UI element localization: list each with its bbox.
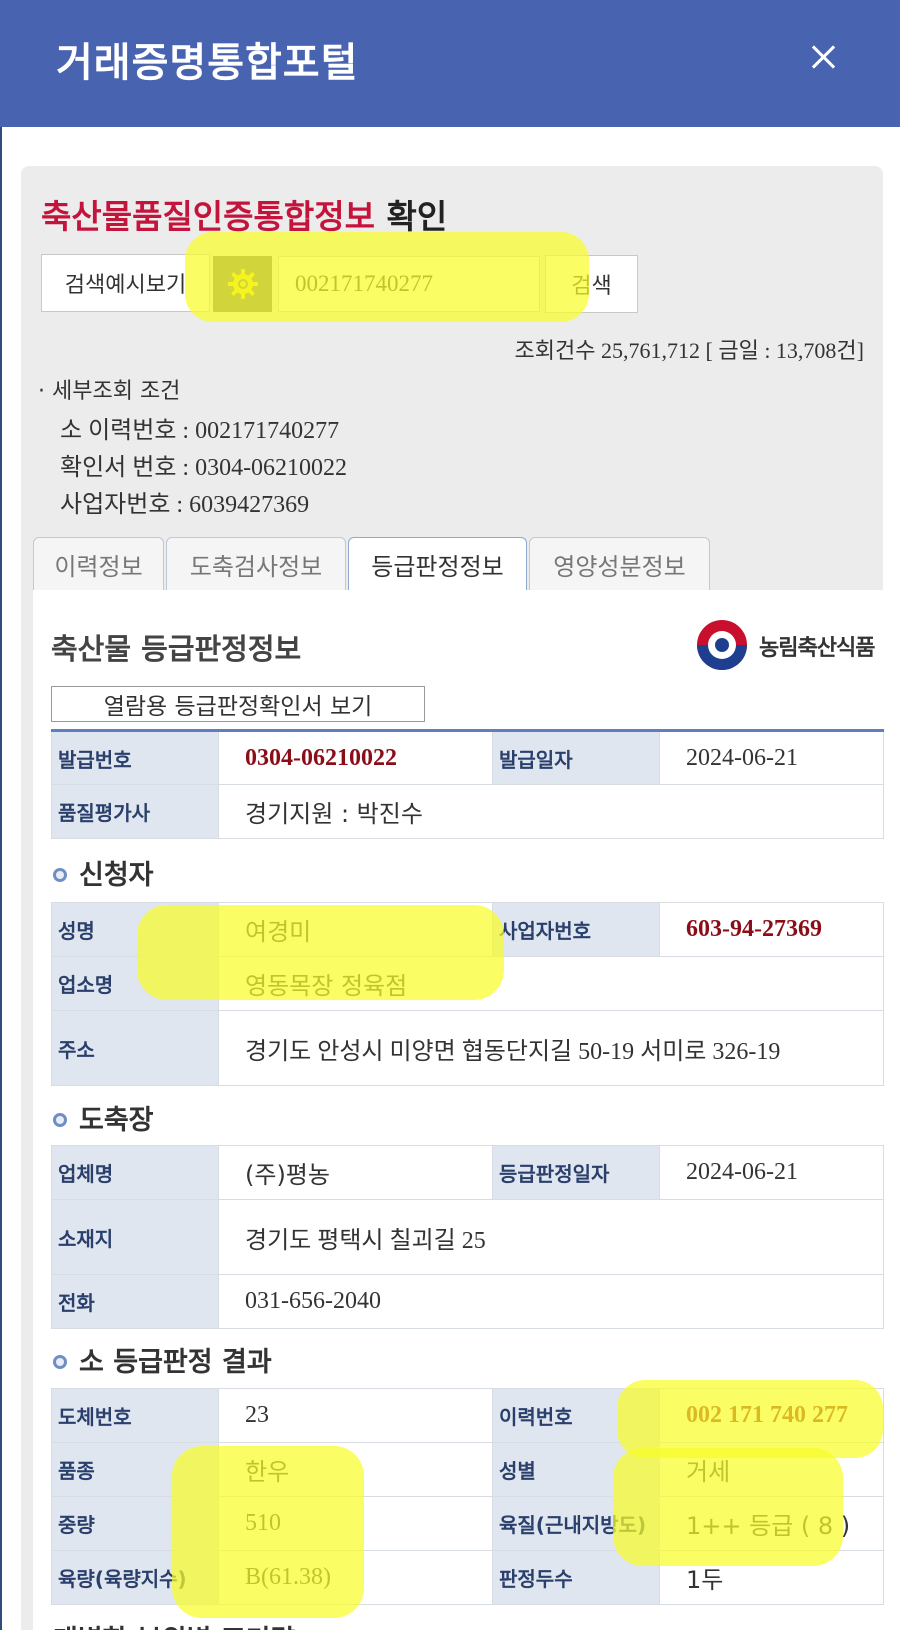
weight-value: 510 [218,1496,493,1551]
applicant-name-label: 성명 [51,902,219,957]
result-section-title: 소 등급판정 결과 [53,1340,272,1379]
applicant-section-title: 신청자 [53,853,154,892]
view-certificate-button[interactable]: 열람용 등급판정확인서 보기 [51,686,425,722]
tab-nutrition[interactable]: 영양성분정보 [529,537,710,591]
sex-label: 성별 [492,1442,660,1497]
condition-biz-no: 사업자번호 : 6039427369 [60,492,310,518]
phone-value: 031-656-2040 [218,1274,884,1329]
page-title: 축산물품질인증통합정보 확인 [41,190,447,238]
breed-value: 한우 [218,1442,493,1497]
table-row: 품종 한우 성별 거세 [51,1442,884,1497]
meat-quality-label: 육질(근내지방도) [492,1496,660,1551]
evaluator-value: 경기지원 : 박진수 [218,784,884,839]
table-row: 업소명 영동목장 정육점 [51,956,884,1011]
page-title-dark: 확인 [386,197,448,236]
slaughterhouse-table: 업체명 (주)평농 등급판정일자 2024-06-21 소재지 경기도 평택시 … [51,1145,884,1329]
location-label: 소재지 [51,1199,219,1275]
shop-name-value: 영동목장 정육점 [218,956,884,1011]
slaughterhouse-section-title: 도축장 [53,1098,154,1137]
applicant-biz-label: 사업자번호 [492,902,660,957]
applicant-biz-value: 603-94-27369 [659,902,884,957]
table-row: 전화 031-656-2040 [51,1274,884,1329]
table-row: 품질평가사 경기지원 : 박진수 [51,784,884,839]
shop-name-label: 업소명 [51,956,219,1011]
evaluator-label: 품질평가사 [51,784,219,839]
carcass-no-value: 23 [218,1388,493,1443]
close-icon[interactable] [806,40,840,74]
tab-grading[interactable]: 등급판정정보 [348,537,527,591]
issue-table: 발급번호 0304-06210022 발급일자 2024-06-21 품질평가사… [51,729,884,839]
gear-icon [227,269,258,299]
table-row: 발급번호 0304-06210022 발급일자 2024-06-21 [51,730,884,785]
app-title: 거래증명통합포털 [56,40,359,86]
applicant-table: 성명 여경미 사업자번호 603-94-27369 업소명 영동목장 정육점 주… [51,902,884,1086]
issue-date-label: 발급일자 [492,730,660,785]
table-row: 중량 510 육질(근내지방도) 1++ 등급 ( 8 ) [51,1496,884,1551]
ministry-logo-text: 농림축산식품 [759,636,875,661]
meat-quality-value: 1++ 등급 ( 8 ) [659,1496,884,1551]
conditions-title: · 세부조회 조건 [38,379,181,404]
heads-value: 1두 [659,1550,884,1605]
table-row: 소재지 경기도 평택시 칠괴길 25 [51,1199,884,1275]
search-input-value: 002171740277 [295,271,433,296]
weight-label: 중량 [51,1496,219,1551]
left-edge [0,127,2,1630]
address-value: 경기도 안성시 미양면 협동단지길 50-19 서미로 326-19 [218,1010,884,1086]
table-row: 주소 경기도 안성시 미양면 협동단지길 50-19 서미로 326-19 [51,1010,884,1086]
settings-button[interactable] [213,256,272,312]
table-row: 도체번호 23 이력번호 002 171 740 277 [51,1388,884,1443]
sex-value: 거세 [659,1442,884,1497]
search-example-button[interactable]: 검색예시보기 [41,254,210,312]
bullet-icon [53,868,67,882]
page-title-red: 축산물품질인증통합정보 [41,197,375,236]
bullet-icon [53,1355,67,1369]
condition-cert-no: 확인서 번호 : 0304-06210022 [60,455,348,481]
table-row: 업체명 (주)평농 등급판정일자 2024-06-21 [51,1145,884,1200]
location-value: 경기도 평택시 칠괴길 25 [218,1199,884,1275]
search-input[interactable]: 002171740277 [278,256,540,312]
company-value: (주)평농 [218,1145,493,1200]
next-section-title-partial: 개별한 부위별 표기량 [53,1618,295,1630]
table-row: 성명 여경미 사업자번호 603-94-27369 [51,902,884,957]
trace-no-value: 002 171 740 277 [659,1388,884,1443]
table-row: 육량(육량지수) B(61.38) 판정두수 1두 [51,1550,884,1605]
grading-date-label: 등급판정일자 [492,1145,660,1200]
ministry-logo: 농림축산식품 [697,618,900,674]
issue-no-label: 발급번호 [51,730,219,785]
applicant-name-value: 여경미 [218,902,493,957]
heads-label: 판정두수 [492,1550,660,1605]
issue-date-value: 2024-06-21 [659,730,884,785]
meat-yield-value: B(61.38) [218,1550,493,1605]
company-label: 업체명 [51,1145,219,1200]
meat-yield-label: 육량(육량지수) [51,1550,219,1605]
lookup-count: 조회건수 25,761,712 [ 금일 : 13,708건] [514,338,864,363]
address-label: 주소 [51,1010,219,1086]
tab-slaughter-inspection[interactable]: 도축검사정보 [166,537,346,591]
tab-history[interactable]: 이력정보 [33,537,164,591]
header-bar: 거래증명통합포털 [0,0,900,127]
grading-title: 축산물 등급판정정보 [51,632,302,666]
breed-label: 품종 [51,1442,219,1497]
trace-no-label: 이력번호 [492,1388,660,1443]
phone-label: 전화 [51,1274,219,1329]
condition-trace-no: 소 이력번호 : 002171740277 [60,418,340,444]
issue-no-value: 0304-06210022 [218,730,493,785]
grading-date-value: 2024-06-21 [659,1145,884,1200]
bullet-icon [53,1113,67,1127]
taegeuk-emblem-icon [697,620,747,670]
carcass-no-label: 도체번호 [51,1388,219,1443]
result-table: 도체번호 23 이력번호 002 171 740 277 품종 한우 성별 거세… [51,1388,884,1605]
search-button[interactable]: 검색 [545,255,638,313]
